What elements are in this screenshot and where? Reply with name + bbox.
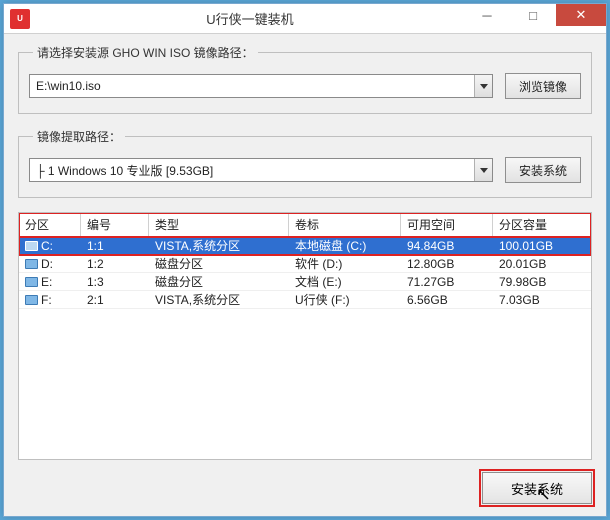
col-header-type[interactable]: 类型	[149, 213, 289, 236]
partition-table: 分区 编号 类型 卷标 可用空间 分区容量 C:1:1VISTA,系统分区本地磁…	[18, 212, 592, 460]
table-cell-size: 100.01GB	[493, 238, 591, 254]
drive-icon	[25, 241, 38, 251]
table-cell-label: 软件 (D:)	[289, 254, 401, 273]
extract-edition-value: ├ 1 Windows 10 专业版 [9.53GB]	[30, 162, 474, 179]
footer: 安装系统 ↖	[18, 460, 592, 504]
col-header-drive[interactable]: 分区	[19, 213, 81, 236]
maximize-button[interactable]: □	[510, 4, 556, 26]
table-cell-free: 94.84GB	[401, 238, 493, 254]
table-cell-type: VISTA,系统分区	[149, 290, 289, 309]
col-header-free[interactable]: 可用空间	[401, 213, 493, 236]
install-system-small-button[interactable]: 安装系统	[505, 157, 581, 183]
source-path-value: E:\win10.iso	[30, 79, 474, 93]
table-row[interactable]: C:1:1VISTA,系统分区本地磁盘 (C:)94.84GB100.01GB	[19, 237, 591, 255]
drive-icon	[25, 277, 38, 287]
table-cell-drive: E:	[19, 274, 81, 290]
minimize-button[interactable]: ─	[464, 4, 510, 26]
source-group: 请选择安装源 GHO WIN ISO 镜像路径： E:\win10.iso 浏览…	[18, 44, 592, 114]
app-window: U U行侠一键装机 ─ □ ✕ 请选择安装源 GHO WIN ISO 镜像路径：…	[3, 3, 607, 517]
source-legend: 请选择安装源 GHO WIN ISO 镜像路径：	[33, 44, 258, 61]
col-header-label[interactable]: 卷标	[289, 213, 401, 236]
install-system-label: 安装系统	[511, 479, 563, 498]
table-cell-free: 71.27GB	[401, 274, 493, 290]
table-cell-type: 磁盘分区	[149, 272, 289, 291]
source-path-dropdown-button[interactable]	[474, 75, 492, 97]
source-path-combo[interactable]: E:\win10.iso	[29, 74, 493, 98]
window-title: U行侠一键装机	[36, 9, 464, 28]
table-cell-type: 磁盘分区	[149, 254, 289, 273]
chevron-down-icon	[480, 168, 488, 173]
table-cell-free: 12.80GB	[401, 256, 493, 272]
table-cell-num: 1:3	[81, 274, 149, 290]
browse-image-button[interactable]: 浏览镜像	[505, 73, 581, 99]
table-cell-drive: F:	[19, 292, 81, 308]
col-header-size[interactable]: 分区容量	[493, 213, 591, 236]
table-cell-drive: D:	[19, 256, 81, 272]
client-area: 请选择安装源 GHO WIN ISO 镜像路径： E:\win10.iso 浏览…	[4, 34, 606, 516]
extract-group: 镜像提取路径： ├ 1 Windows 10 专业版 [9.53GB] 安装系统	[18, 128, 592, 198]
table-row[interactable]: F:2:1VISTA,系统分区U行侠 (F:)6.56GB7.03GB	[19, 291, 591, 309]
extract-edition-combo[interactable]: ├ 1 Windows 10 专业版 [9.53GB]	[29, 158, 493, 182]
table-cell-drive: C:	[19, 238, 81, 254]
table-cell-size: 7.03GB	[493, 292, 591, 308]
col-header-num[interactable]: 编号	[81, 213, 149, 236]
table-row[interactable]: D:1:2磁盘分区软件 (D:)12.80GB20.01GB	[19, 255, 591, 273]
table-cell-label: U行侠 (F:)	[289, 290, 401, 309]
window-buttons: ─ □ ✕	[464, 4, 606, 33]
table-cell-label: 文档 (E:)	[289, 272, 401, 291]
table-row[interactable]: E:1:3磁盘分区文档 (E:)71.27GB79.98GB	[19, 273, 591, 291]
close-button[interactable]: ✕	[556, 4, 606, 26]
table-header: 分区 编号 类型 卷标 可用空间 分区容量	[19, 213, 591, 237]
table-cell-type: VISTA,系统分区	[149, 237, 289, 255]
extract-edition-dropdown-button[interactable]	[474, 159, 492, 181]
table-cell-label: 本地磁盘 (C:)	[289, 237, 401, 255]
extract-legend: 镜像提取路径：	[33, 128, 125, 145]
install-system-button[interactable]: 安装系统 ↖	[482, 472, 592, 504]
table-cell-num: 1:2	[81, 256, 149, 272]
table-body: C:1:1VISTA,系统分区本地磁盘 (C:)94.84GB100.01GBD…	[19, 237, 591, 459]
titlebar: U U行侠一键装机 ─ □ ✕	[4, 4, 606, 34]
chevron-down-icon	[480, 84, 488, 89]
app-icon: U	[10, 9, 30, 29]
drive-icon	[25, 295, 38, 305]
table-cell-num: 1:1	[81, 238, 149, 254]
table-cell-num: 2:1	[81, 292, 149, 308]
drive-icon	[25, 259, 38, 269]
table-cell-size: 79.98GB	[493, 274, 591, 290]
table-cell-size: 20.01GB	[493, 256, 591, 272]
table-cell-free: 6.56GB	[401, 292, 493, 308]
